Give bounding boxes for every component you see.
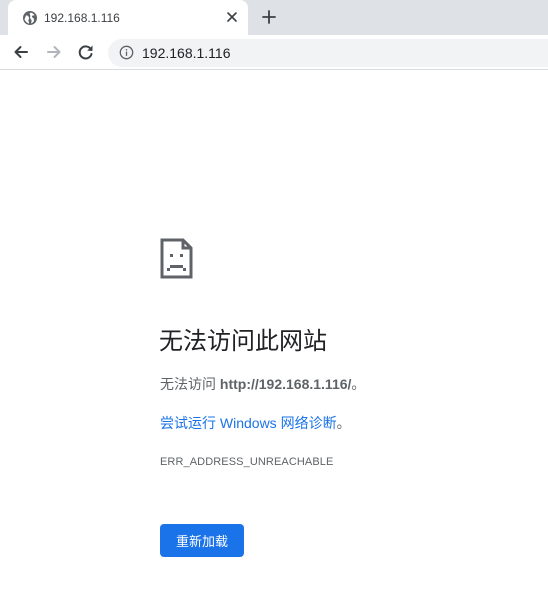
browser-tab[interactable]: 192.168.1.116 — [8, 0, 248, 35]
arrow-left-icon[interactable] — [11, 42, 31, 62]
address-bar[interactable]: 192.168.1.116 — [108, 39, 548, 67]
error-heading: 无法访问此网站 — [159, 328, 327, 355]
error-suggestion: 尝试运行 Windows 网络诊断。 — [160, 413, 351, 433]
sad-document-icon — [160, 238, 193, 279]
reload-button[interactable]: 重新加载 — [160, 524, 244, 557]
url-text[interactable]: 192.168.1.116 — [142, 45, 231, 61]
description-suffix: 。 — [351, 376, 366, 392]
error-code: ERR_ADDRESS_UNREACHABLE — [160, 456, 334, 468]
tab-strip: 192.168.1.116 — [0, 0, 548, 35]
browser-toolbar: 192.168.1.116 — [0, 35, 548, 70]
error-description: 无法访问 http://192.168.1.116/。 — [160, 374, 365, 394]
plus-icon[interactable] — [259, 7, 279, 27]
arrow-right-icon[interactable] — [44, 42, 64, 62]
globe-icon — [23, 11, 37, 25]
tab-title: 192.168.1.116 — [44, 11, 120, 25]
close-icon[interactable] — [224, 9, 240, 25]
description-url: http://192.168.1.116/ — [219, 376, 352, 392]
reload-icon[interactable] — [76, 42, 96, 62]
network-diagnostics-link[interactable]: 尝试运行 Windows 网络诊断 — [160, 415, 337, 431]
description-prefix: 无法访问 — [160, 376, 220, 392]
info-icon[interactable] — [119, 45, 134, 60]
suggestion-suffix: 。 — [336, 415, 351, 431]
